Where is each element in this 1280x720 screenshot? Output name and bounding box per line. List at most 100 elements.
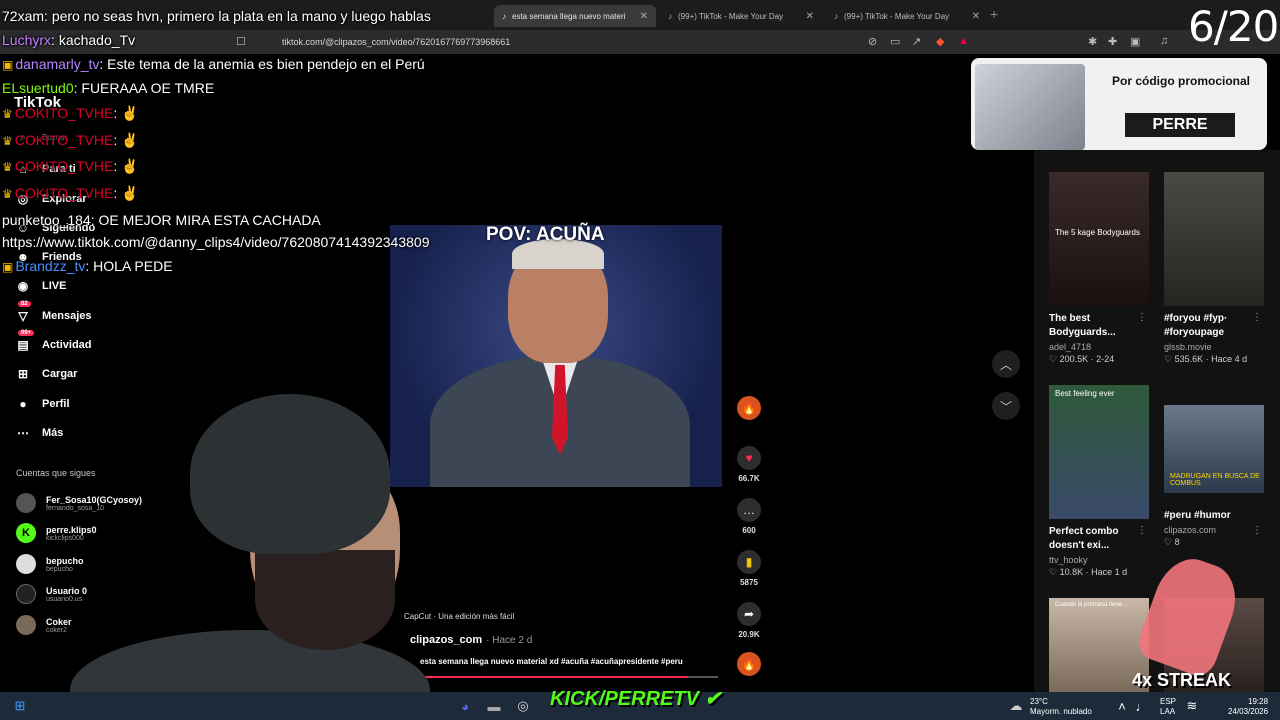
- card-title: #peru #humor: [1164, 510, 1231, 521]
- chat-message: https://www.tiktok.com/@danny_clips4/vid…: [2, 234, 430, 250]
- microphone-icon[interactable]: ♩: [1132, 696, 1152, 716]
- language[interactable]: ESP: [1160, 697, 1176, 706]
- close-icon[interactable]: ✕: [972, 11, 980, 22]
- next-video-button[interactable]: ﹀: [992, 392, 1020, 420]
- chevron-up-icon[interactable]: ˄: [1112, 696, 1132, 716]
- chat-username: danamarly_tv: [15, 56, 100, 72]
- card-stats: ♡ 535.6K · Hace 4 d: [1164, 354, 1248, 364]
- wifi-icon[interactable]: ≋: [1182, 696, 1202, 716]
- close-icon[interactable]: ✕: [640, 11, 648, 22]
- post-age: · Hace 2 d: [486, 635, 533, 646]
- previous-video-button[interactable]: ︿: [992, 350, 1020, 378]
- screen-icon[interactable]: ▭: [890, 35, 900, 48]
- share-icon[interactable]: ↗: [912, 35, 921, 48]
- card-author: ttv_hooky: [1049, 555, 1088, 565]
- kick-channel-overlay: KICK/PERRETV ✔: [550, 686, 721, 711]
- weather-temp: 23°C: [1030, 697, 1048, 706]
- music-icon[interactable]: ♫: [1160, 35, 1168, 47]
- more-options-icon[interactable]: ⋮: [1137, 525, 1147, 536]
- badge-icon: ▣: [2, 260, 14, 274]
- recommended-card[interactable]: #foryou #fyp· #foryoupage glssb.movie ♡ …: [1164, 172, 1264, 365]
- windows-start-icon[interactable]: ⊞: [10, 696, 30, 716]
- chat-message: ▣ danamarly_tv: Este tema de la anemia es…: [2, 56, 425, 72]
- sidebar-item-label: LIVE: [42, 280, 67, 292]
- chat-username: 72xam: [2, 8, 45, 24]
- thumbnail: [1164, 172, 1264, 306]
- thumbnail-text: The 5 kage Bodyguards: [1055, 228, 1140, 237]
- sidebar-item-label: Mensajes: [42, 310, 92, 322]
- stream-counter: 6/20: [1188, 2, 1279, 51]
- clock-date[interactable]: 24/03/2026: [1228, 707, 1268, 716]
- clock-time[interactable]: 19:28: [1248, 697, 1268, 706]
- more-options-icon[interactable]: ⋮: [1137, 312, 1147, 323]
- fire-icon: 🔥: [737, 396, 761, 420]
- video-progress-bar[interactable]: [420, 676, 718, 678]
- rewards-icon[interactable]: ▲: [958, 35, 969, 47]
- thumbnail-text: Best feeling ever: [1055, 389, 1115, 398]
- puzzle-icon[interactable]: ✚: [1108, 35, 1117, 48]
- card-title: #foryou #fyp· #foryoupage: [1164, 313, 1228, 338]
- chat-message: Luchyrx: kachado_Tv: [2, 32, 136, 48]
- extension-icon[interactable]: ✱: [1088, 35, 1097, 48]
- browser-tab[interactable]: ♪ (99+) TikTok - Make Your Day ✕: [660, 5, 822, 27]
- keyboard-layout[interactable]: LAA: [1160, 707, 1175, 716]
- chat-username: Brandzz_tv: [15, 258, 86, 274]
- chat-text: Este tema de la anemia es bien pendejo e…: [107, 56, 425, 72]
- emote-icon: ✌: [121, 185, 139, 201]
- music-disc-button[interactable]: 🔥: [736, 652, 762, 676]
- discord-icon[interactable]: ◕: [455, 696, 475, 716]
- heart-outline-icon: ♡: [1164, 537, 1175, 547]
- mute-icon[interactable]: ⊘: [868, 35, 877, 48]
- recommended-card[interactable]: MADRUGAN EN BUSCA DE COMBUS #peru #humor…: [1164, 405, 1264, 548]
- emote-icon: ✌: [121, 132, 139, 148]
- emote-icon: ✌: [121, 158, 139, 174]
- like-button[interactable]: ♥ 66.7K: [736, 446, 762, 483]
- recommended-card[interactable]: Best feeling ever Perfect combo doesn't …: [1049, 385, 1149, 578]
- more-options-icon[interactable]: ⋮: [1252, 312, 1262, 323]
- thumbnail-text: Cuando la promesa tiene ...: [1055, 602, 1129, 608]
- recommended-card[interactable]: The 5 kage Bodyguards The best Bodyguard…: [1049, 172, 1149, 365]
- promo-ad[interactable]: Por código promocional PERRE: [971, 58, 1267, 150]
- chat-username: COKITO_TVHE: [14, 185, 114, 201]
- sidebar-item-live[interactable]: ◉ LIVE: [14, 275, 67, 297]
- sidebar-item-mensajes[interactable]: ▽ 82 Mensajes: [14, 301, 92, 327]
- thumbnail-text: MADRUGAN EN BUSCA DE COMBUS: [1170, 473, 1260, 487]
- comment-button[interactable]: … 600: [736, 498, 762, 535]
- browser-tab-active[interactable]: ♪ esta semana llega nuevo materi ✕: [494, 5, 656, 27]
- crown-icon: ♛: [2, 107, 13, 121]
- crown-icon: ♛: [2, 160, 13, 174]
- tiktok-icon: ♪: [834, 11, 838, 21]
- browser-tab[interactable]: ♪ (99+) TikTok - Make Your Day ✕: [826, 5, 988, 27]
- more-options-icon[interactable]: ⋮: [1252, 525, 1262, 536]
- chat-message: ♛ COKITO_TVHE: ✌: [2, 185, 139, 201]
- card-age: 2-24: [1096, 354, 1115, 364]
- obs-icon[interactable]: ◎: [513, 696, 533, 716]
- share-button[interactable]: ➦ 20.9K: [736, 602, 762, 639]
- chat-message: ♛ COKITO_TVHE: ✌: [2, 158, 139, 174]
- heart-icon: ♥: [737, 446, 761, 470]
- weather-desc: Mayorm. nublado: [1030, 707, 1092, 716]
- chat-message: punketoo_184: OE MEJOR MIRA ESTA CACHADA: [2, 212, 321, 228]
- live-icon: ◉: [17, 279, 29, 293]
- wallet-icon[interactable]: ▣: [1130, 35, 1140, 48]
- progress-fill: [420, 676, 689, 678]
- app-icon[interactable]: ▬: [484, 696, 504, 716]
- save-button[interactable]: ▮ 5875: [736, 550, 762, 587]
- card-author: clipazos.com: [1164, 525, 1217, 535]
- fire-icon: 🔥: [737, 652, 761, 676]
- video-player[interactable]: [390, 225, 722, 487]
- streamer-webcam: [40, 380, 430, 720]
- chat-message: ♛ COKITO_TVHE: ✌: [2, 132, 139, 148]
- upload-icon: ⊞: [17, 367, 29, 381]
- author-avatar-button[interactable]: 🔥: [736, 396, 762, 420]
- brave-shield-icon[interactable]: ◆: [936, 35, 944, 48]
- heart-outline-icon: ♡: [1049, 354, 1060, 364]
- close-icon[interactable]: ✕: [806, 11, 814, 22]
- bookmark-icon[interactable]: ☐: [236, 35, 246, 48]
- activity-icon: ▤ 99+: [14, 330, 35, 354]
- tab-title: (99+) TikTok - Make Your Day: [844, 11, 950, 21]
- card-likes: 535.6K: [1174, 354, 1204, 364]
- avatar: [16, 493, 36, 513]
- new-tab-button[interactable]: +: [990, 6, 998, 22]
- sidebar-item-actividad[interactable]: ▤ 99+ Actividad: [14, 330, 92, 356]
